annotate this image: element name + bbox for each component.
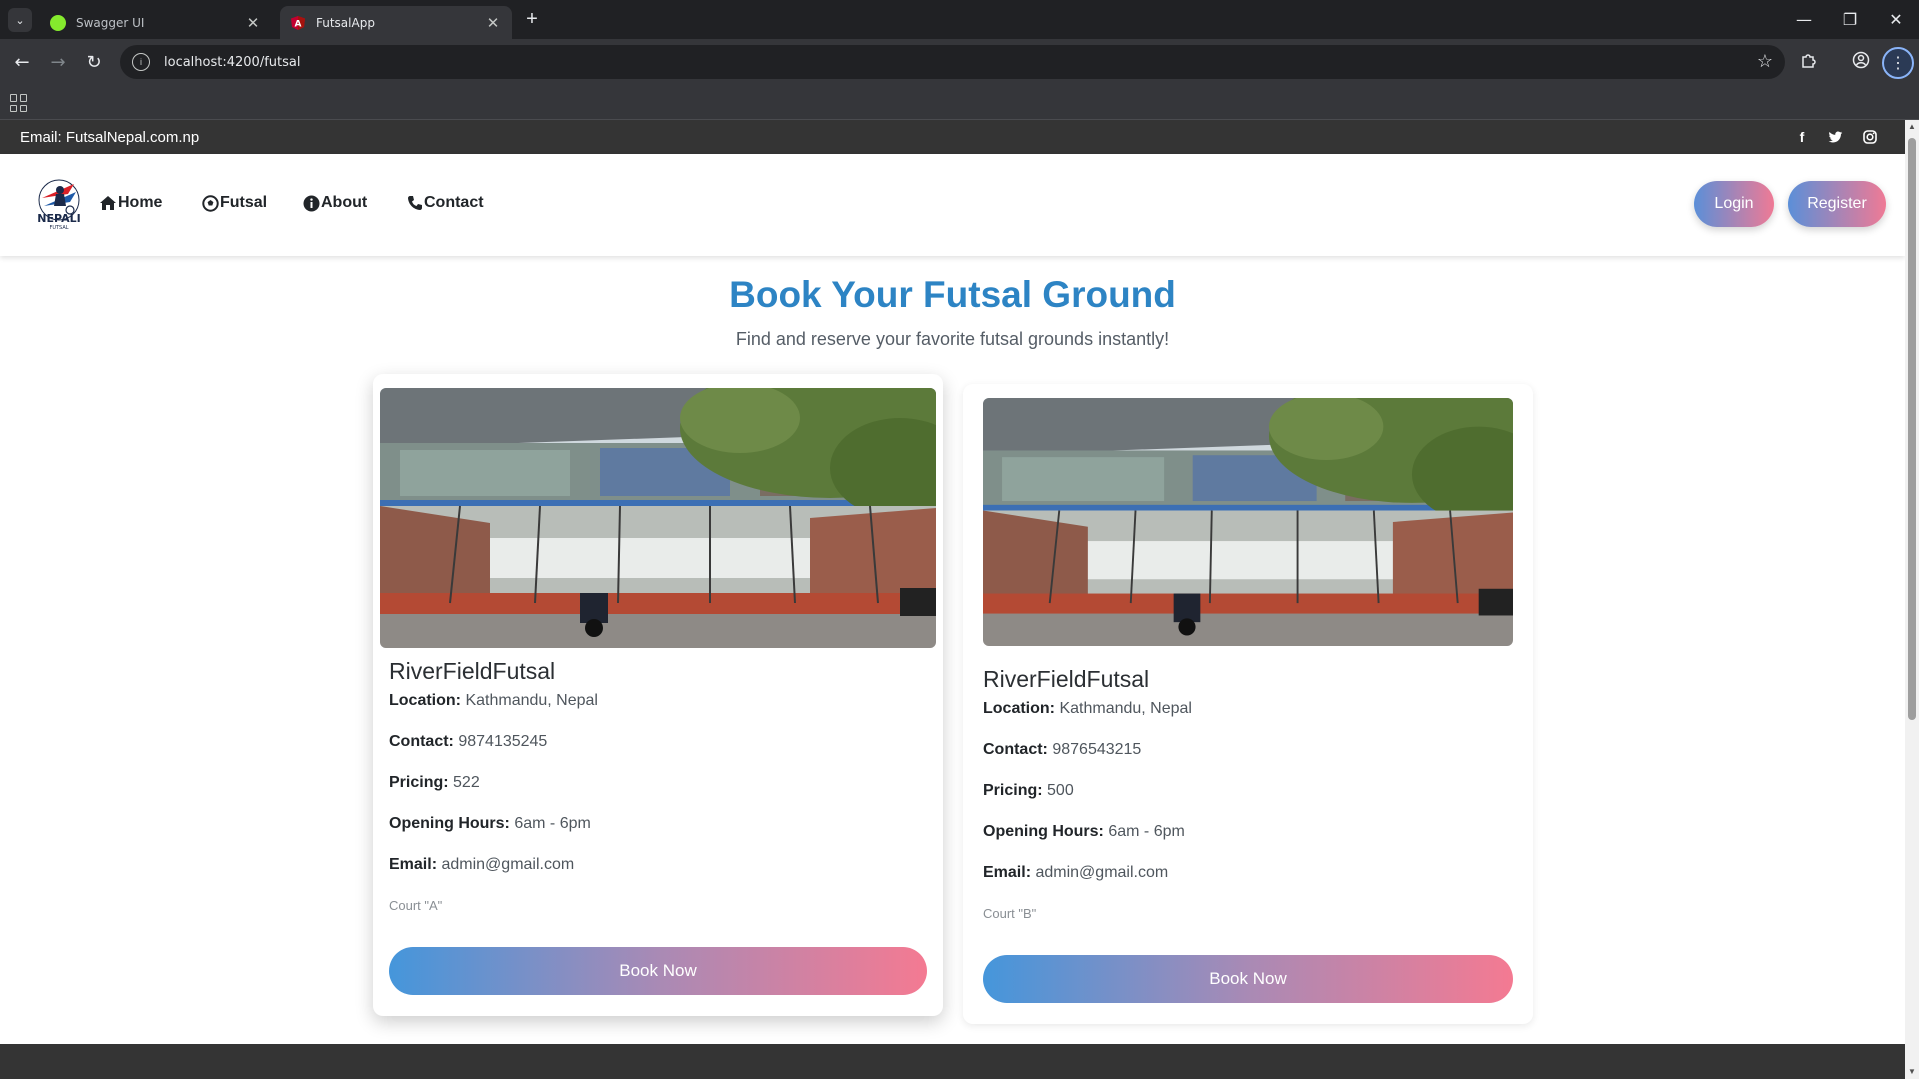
soccer-ball-icon bbox=[202, 194, 219, 212]
star-icon[interactable]: ☆ bbox=[1757, 51, 1773, 72]
nav-link-label: About bbox=[321, 194, 368, 211]
logo-subtext: FUTSAL bbox=[49, 225, 68, 231]
swagger-favicon-icon bbox=[50, 14, 66, 31]
page-title: Book Your Futsal Ground bbox=[729, 274, 1176, 315]
browser-tab-swagger[interactable]: Swagger UI ✕ bbox=[40, 6, 272, 39]
book-now-button[interactable]: Book Now bbox=[389, 947, 927, 995]
reload-icon: ↻ bbox=[86, 51, 102, 73]
page-viewport: Email: FutsalNepal.com.np f NEPALI FUTSA… bbox=[0, 120, 1919, 1079]
chevron-down-icon: ⌄ bbox=[15, 14, 25, 27]
futsal-ground-photo bbox=[380, 388, 936, 648]
contact-email-text: Email: FutsalNepal.com.np bbox=[20, 129, 200, 146]
nav-link-label: Contact bbox=[424, 194, 484, 211]
reload-button[interactable]: ↻ bbox=[80, 48, 108, 76]
tab-search-button[interactable]: ⌄ bbox=[8, 8, 32, 32]
tab-title: FutsalApp bbox=[316, 15, 375, 30]
nav-link-futsal[interactable]: Futsal bbox=[202, 194, 267, 212]
futsal-location: Location: Kathmandu, Nepal bbox=[389, 692, 598, 709]
futsal-card: RiverFieldFutsal Location: Kathmandu, Ne… bbox=[373, 374, 943, 1016]
kebab-menu-icon: ⋮ bbox=[1890, 55, 1906, 72]
extensions-button[interactable] bbox=[1795, 48, 1823, 76]
futsal-card: RiverFieldFutsal Location: Kathmandu, Ne… bbox=[963, 384, 1533, 1024]
nav-link-contact[interactable]: Contact bbox=[407, 194, 484, 212]
minimize-button[interactable]: — bbox=[1781, 0, 1827, 39]
court-label: Court "A" bbox=[389, 898, 443, 913]
site-info-icon[interactable]: i bbox=[132, 53, 150, 71]
book-now-button[interactable]: Book Now bbox=[983, 955, 1513, 1003]
page-scrollbar[interactable]: ▲ ▼ bbox=[1905, 120, 1919, 1079]
futsal-name: RiverFieldFutsal bbox=[983, 666, 1150, 692]
futsal-contact: Contact: 9876543215 bbox=[983, 741, 1142, 758]
close-icon[interactable]: ✕ bbox=[484, 14, 502, 32]
futsal-hours: Opening Hours: 6am - 6pm bbox=[389, 815, 591, 832]
profile-button[interactable] bbox=[1847, 48, 1875, 76]
apps-grid-icon[interactable] bbox=[10, 94, 28, 112]
new-tab-button[interactable]: + bbox=[520, 8, 544, 32]
twitter-icon[interactable] bbox=[1826, 128, 1844, 146]
close-icon: ✕ bbox=[1889, 10, 1903, 29]
puzzle-icon bbox=[1800, 51, 1818, 74]
restore-button[interactable]: ❐ bbox=[1827, 0, 1873, 39]
angular-favicon-icon: A bbox=[290, 15, 306, 31]
scroll-down-icon[interactable]: ▼ bbox=[1905, 1065, 1919, 1079]
address-bar[interactable]: i localhost:4200/futsal ☆ bbox=[120, 45, 1785, 79]
top-info-bar: Email: FutsalNepal.com.np f bbox=[0, 120, 1905, 154]
nav-link-label: Home bbox=[118, 194, 163, 211]
browser-tab-strip: ⌄ Swagger UI ✕ A FutsalApp ✕ + — ❐ ✕ bbox=[0, 0, 1919, 39]
forward-arrow-icon: → bbox=[50, 51, 66, 73]
futsal-pricing: Pricing: 522 bbox=[389, 774, 480, 791]
register-button[interactable]: Register bbox=[1788, 181, 1886, 227]
browser-toolbar: ← → ↻ i localhost:4200/futsal ☆ ⋮ bbox=[0, 39, 1919, 86]
back-button[interactable]: ← bbox=[8, 48, 36, 76]
login-button[interactable]: Login bbox=[1694, 181, 1774, 227]
profile-icon bbox=[1852, 51, 1870, 74]
futsal-location: Location: Kathmandu, Nepal bbox=[983, 700, 1192, 717]
window-close-button[interactable]: ✕ bbox=[1873, 0, 1919, 39]
scrollbar-thumb[interactable] bbox=[1908, 138, 1916, 720]
minimize-icon: — bbox=[1796, 10, 1812, 29]
restore-icon: ❐ bbox=[1842, 10, 1858, 29]
futsal-ground-photo bbox=[983, 398, 1513, 646]
close-icon[interactable]: ✕ bbox=[244, 14, 262, 32]
back-arrow-icon: ← bbox=[14, 51, 30, 73]
main-navbar: NEPALI FUTSAL Home Futsal About Contact … bbox=[0, 154, 1905, 256]
futsal-name: RiverFieldFutsal bbox=[389, 658, 556, 684]
futsal-hours: Opening Hours: 6am - 6pm bbox=[983, 823, 1185, 840]
instagram-icon[interactable] bbox=[1861, 128, 1879, 146]
futsal-pricing: Pricing: 500 bbox=[983, 782, 1074, 799]
court-label: Court "B" bbox=[983, 906, 1037, 921]
futsal-email: Email: admin@gmail.com bbox=[389, 856, 575, 873]
tab-title: Swagger UI bbox=[76, 15, 145, 30]
page-footer bbox=[0, 1044, 1905, 1079]
url-text: localhost:4200/futsal bbox=[164, 54, 301, 70]
nav-link-label: Futsal bbox=[220, 194, 268, 211]
home-icon bbox=[100, 196, 116, 210]
svg-text:A: A bbox=[295, 19, 302, 29]
futsal-contact: Contact: 9874135245 bbox=[389, 733, 548, 750]
page-subtitle: Find and reserve your favorite futsal gr… bbox=[735, 329, 1170, 349]
browser-menu-button[interactable]: ⋮ bbox=[1882, 47, 1914, 79]
bookmarks-bar bbox=[0, 86, 1919, 120]
browser-tab-futsalapp[interactable]: A FutsalApp ✕ bbox=[280, 6, 512, 39]
nav-link-about[interactable]: About bbox=[303, 194, 367, 212]
info-icon bbox=[303, 195, 320, 211]
futsal-email: Email: admin@gmail.com bbox=[983, 864, 1169, 881]
nav-link-home[interactable]: Home bbox=[99, 194, 162, 212]
plus-icon: + bbox=[526, 8, 538, 30]
facebook-icon[interactable]: f bbox=[1793, 128, 1811, 146]
logo-text: NEPALI bbox=[37, 212, 80, 225]
scroll-up-icon[interactable]: ▲ bbox=[1905, 120, 1919, 134]
site-logo[interactable]: NEPALI FUTSAL bbox=[34, 176, 84, 232]
phone-icon bbox=[408, 196, 422, 210]
forward-button[interactable]: → bbox=[44, 48, 72, 76]
